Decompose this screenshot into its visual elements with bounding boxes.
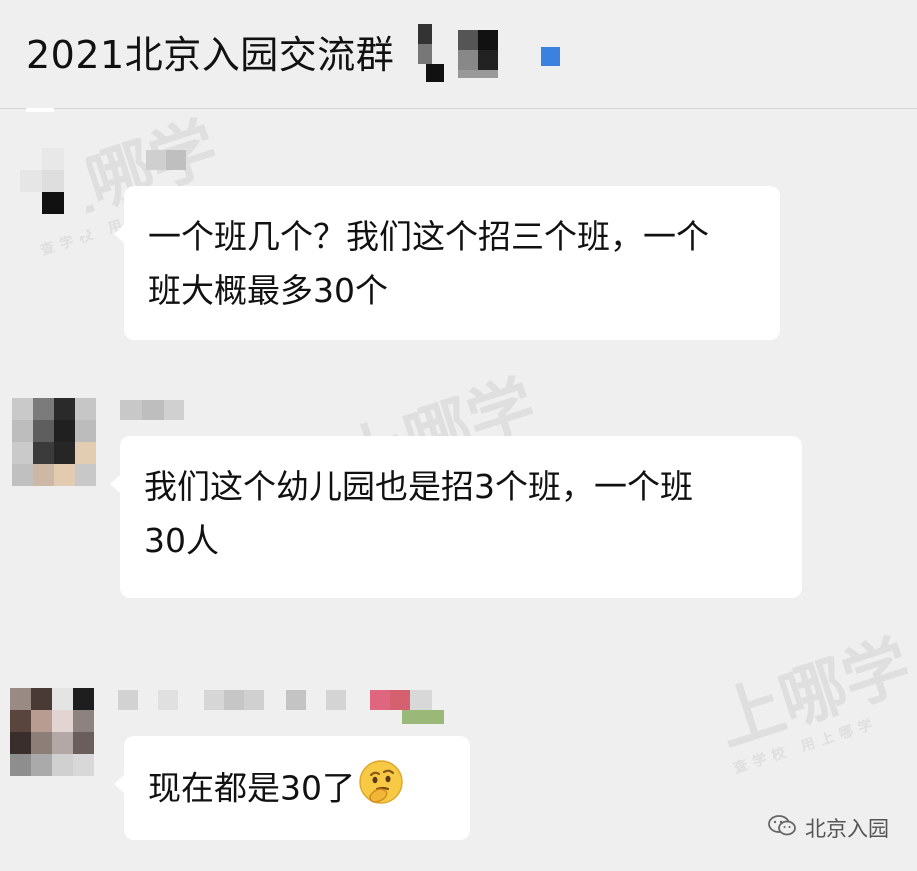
- watermark: 上哪学 查学校 用上哪学: [707, 626, 917, 777]
- message-bubble[interactable]: 我们这个幼儿园也是招3个班，一个班 30人: [110, 436, 802, 598]
- message-text: 现在都是30了: [148, 758, 450, 822]
- chat-title[interactable]: 2021北京入园交流群: [26, 24, 394, 79]
- sender-name-blurred: [118, 690, 432, 710]
- avatar[interactable]: [10, 688, 94, 776]
- avatar[interactable]: [20, 148, 86, 236]
- footer-account[interactable]: 北京入园: [767, 813, 889, 843]
- message-bubble[interactable]: 现在都是30了: [114, 736, 470, 840]
- sender-name-blurred: [146, 150, 186, 170]
- blue-square-indicator: [541, 47, 560, 66]
- avatar[interactable]: [12, 398, 96, 486]
- message-text: 我们这个幼儿园也是招3个班，一个班 30人: [144, 467, 693, 560]
- footer-label: 北京入园: [805, 817, 889, 841]
- chat-header: 2021北京入园交流群: [0, 0, 917, 109]
- message-text: 一个班几个？我们这个招三个班，一个 班大概最多30个: [148, 217, 709, 310]
- name-blur-green: [402, 710, 444, 724]
- header-divider-mark: [26, 108, 54, 112]
- message-bubble[interactable]: 一个班几个？我们这个招三个班，一个 班大概最多30个: [114, 186, 780, 340]
- thinking-face-emoji: [357, 758, 405, 822]
- sender-name-blurred: [120, 400, 184, 420]
- wechat-icon: [767, 814, 797, 843]
